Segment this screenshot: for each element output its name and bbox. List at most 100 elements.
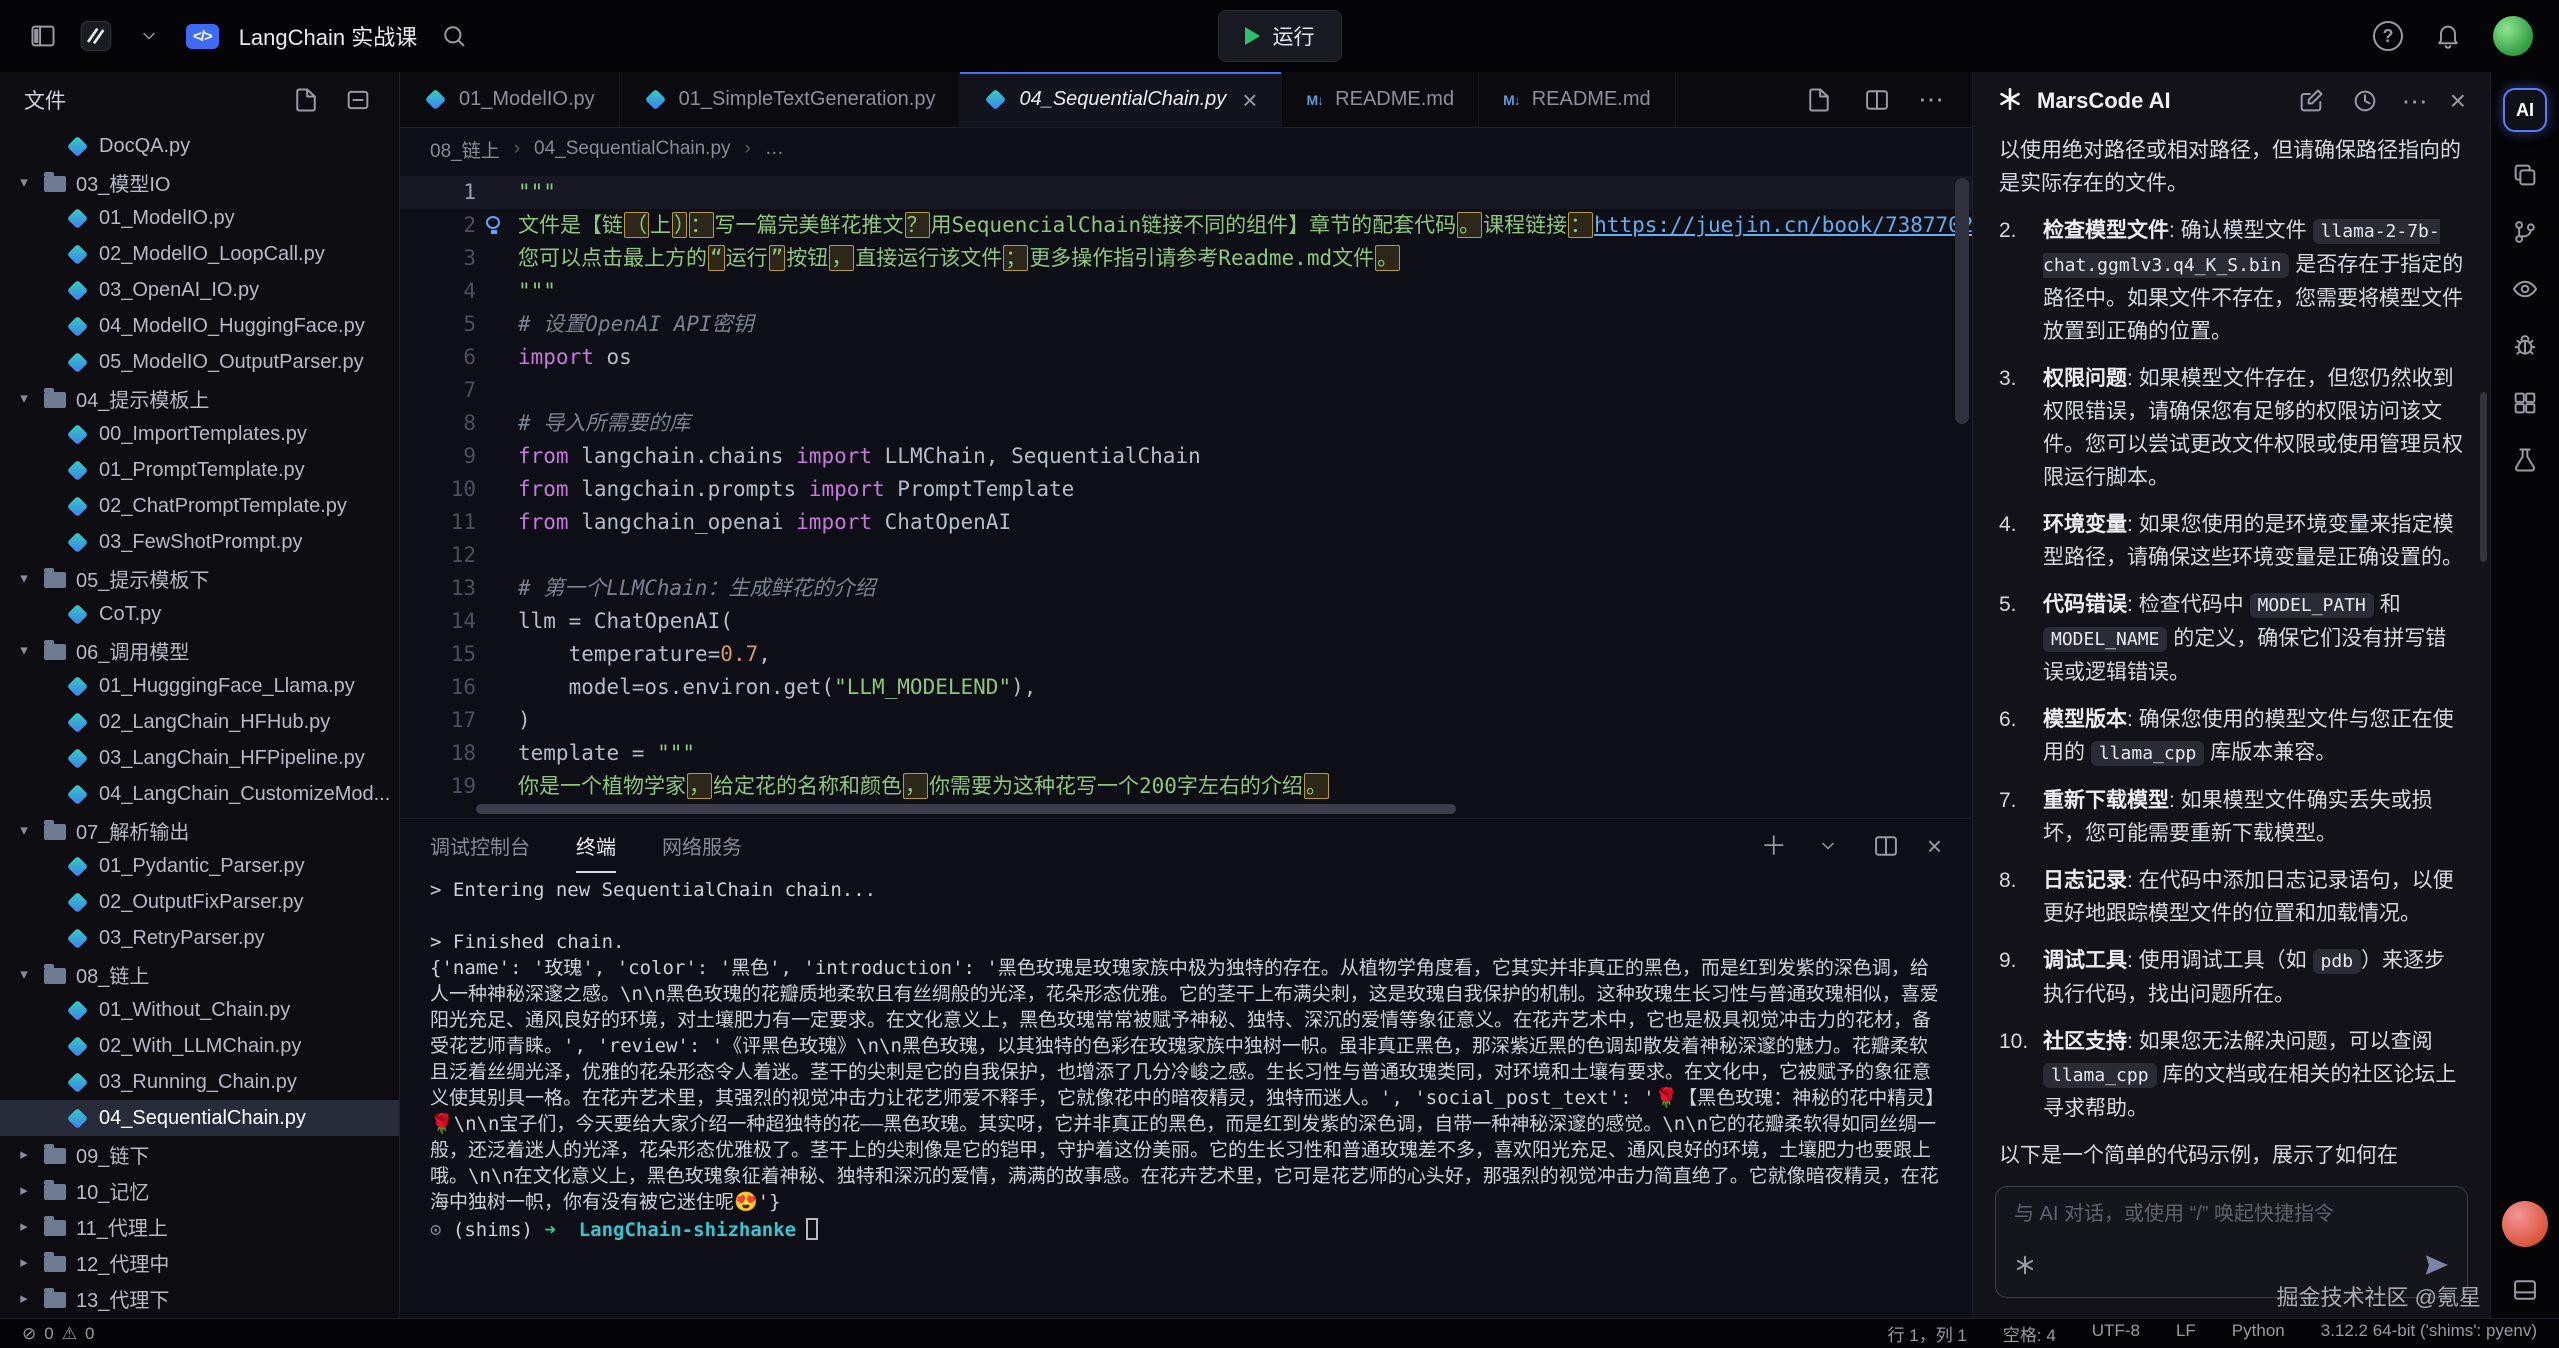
code-line[interactable]: 13# 第一个LLMChain：生成鲜花的介绍 bbox=[400, 572, 1972, 605]
ai-scrollbar[interactable] bbox=[2480, 392, 2487, 562]
code-line[interactable]: 3您可以点击最上方的“运行”按钮，直接运行该文件；更多操作指引请参考Readme… bbox=[400, 242, 1972, 275]
editor-tab[interactable]: 04_SequentialChain.py× bbox=[960, 72, 1282, 127]
testing-flask-icon[interactable] bbox=[2511, 446, 2539, 474]
tree-file-row[interactable]: 03_OpenAI_IO.py bbox=[0, 272, 399, 308]
tree-file-row[interactable]: CoT.py bbox=[0, 596, 399, 632]
code-line[interactable]: 4""" bbox=[400, 275, 1972, 308]
ai-chat-input[interactable] bbox=[2014, 1203, 2449, 1226]
tree-file-row[interactable]: DocQA.py bbox=[0, 128, 399, 164]
breadcrumb-item[interactable]: 04_SequentialChain.py bbox=[534, 138, 731, 160]
tree-folder-row[interactable]: ▾05_提示模板下 bbox=[0, 560, 399, 596]
assistant-avatar[interactable] bbox=[2502, 1201, 2548, 1247]
status-item[interactable]: LF bbox=[2176, 1321, 2196, 1346]
lightbulb-icon[interactable] bbox=[484, 216, 502, 234]
tree-file-row[interactable]: 03_LangChain_HFPipeline.py bbox=[0, 740, 399, 776]
code-line[interactable]: 14llm = ChatOpenAI( bbox=[400, 605, 1972, 638]
tree-folder-row[interactable]: ▸09_链下 bbox=[0, 1136, 399, 1172]
terminal-dropdown-icon[interactable] bbox=[1811, 829, 1845, 863]
breadcrumb-item[interactable]: 08_链上 bbox=[430, 136, 500, 163]
horizontal-scrollbar[interactable] bbox=[476, 802, 1732, 817]
tree-file-row[interactable]: 02_LangChain_HFHub.py bbox=[0, 704, 399, 740]
tree-folder-row[interactable]: ▸10_记忆 bbox=[0, 1172, 399, 1208]
notifications-bell-icon[interactable] bbox=[2431, 19, 2465, 53]
tree-file-row[interactable]: 04_SequentialChain.py bbox=[0, 1100, 399, 1136]
tree-folder-row[interactable]: ▾03_模型IO bbox=[0, 164, 399, 200]
terminal-output[interactable]: > Entering new SequentialChain chain...>… bbox=[400, 873, 1972, 1318]
tree-folder-row[interactable]: ▸13_代理下 bbox=[0, 1280, 399, 1316]
marscode-logo[interactable] bbox=[80, 20, 112, 52]
ai-more-icon[interactable]: ⋯ bbox=[2402, 86, 2430, 117]
tree-folder-row[interactable]: ▾07_解析输出 bbox=[0, 812, 399, 848]
tree-file-row[interactable]: 02_ModelIO_LoopCall.py bbox=[0, 236, 399, 272]
panel-tab[interactable]: 网络服务 bbox=[662, 819, 742, 873]
split-panel-icon[interactable] bbox=[1869, 829, 1903, 863]
code-line[interactable]: 16 model=os.environ.get("LLM_MODELEND"), bbox=[400, 671, 1972, 704]
tree-folder-row[interactable]: ▾04_提示模板上 bbox=[0, 380, 399, 416]
tree-folder-row[interactable]: ▸12_代理中 bbox=[0, 1244, 399, 1280]
layout-panel-icon[interactable] bbox=[2511, 1276, 2539, 1304]
close-panel-icon[interactable]: × bbox=[1927, 833, 1942, 859]
tree-file-row[interactable]: 03_Running_Chain.py bbox=[0, 1064, 399, 1100]
run-button[interactable]: 运行 bbox=[1218, 10, 1342, 62]
code-line[interactable]: 9from langchain.chains import LLMChain, … bbox=[400, 440, 1972, 473]
code-line[interactable]: 15 temperature=0.7, bbox=[400, 638, 1972, 671]
search-icon[interactable] bbox=[437, 19, 471, 53]
help-icon[interactable]: ? bbox=[2373, 21, 2403, 51]
sidebar-toggle-icon[interactable] bbox=[26, 19, 60, 53]
new-chat-icon[interactable] bbox=[2294, 84, 2328, 118]
problems-indicator[interactable]: ⊘ 0 ⚠ 0 bbox=[22, 1324, 94, 1344]
history-icon[interactable] bbox=[2348, 84, 2382, 118]
editor-tab[interactable]: M↓README.md bbox=[1282, 72, 1479, 127]
code-line[interactable]: 10from langchain.prompts import PromptTe… bbox=[400, 473, 1972, 506]
code-line[interactable]: 5# 设置OpenAI API密钥 bbox=[400, 308, 1972, 341]
code-line[interactable]: 17) bbox=[400, 704, 1972, 737]
status-item[interactable]: UTF-8 bbox=[2092, 1321, 2140, 1346]
code-line[interactable]: 18template = """ bbox=[400, 737, 1972, 770]
ai-close-icon[interactable]: × bbox=[2450, 87, 2466, 115]
debug-icon[interactable] bbox=[2511, 332, 2539, 360]
tree-file-row[interactable]: 00_ImportTemplates.py bbox=[0, 416, 399, 452]
workspace-chevron-down-icon[interactable] bbox=[132, 19, 166, 53]
code-line[interactable]: 2文件是【链（上）：写一篇完美鲜花推文？用SequencialChain链接不同… bbox=[400, 209, 1972, 242]
terminal-prompt[interactable]: ⊙ (shims) ➜ LangChain-shizhanke bbox=[430, 1217, 1942, 1243]
close-icon[interactable]: × bbox=[1242, 87, 1257, 113]
tree-file-row[interactable]: 01_Pydantic_Parser.py bbox=[0, 848, 399, 884]
status-item[interactable]: 3.12.2 64-bit ('shims': pyenv) bbox=[2321, 1321, 2537, 1346]
user-avatar[interactable] bbox=[2493, 16, 2533, 56]
collapse-folders-icon[interactable] bbox=[341, 83, 375, 117]
tree-folder-row[interactable]: ▾08_链上 bbox=[0, 956, 399, 992]
code-line[interactable]: 11from langchain_openai import ChatOpenA… bbox=[400, 506, 1972, 539]
source-control-icon[interactable] bbox=[2511, 218, 2539, 246]
more-actions-icon[interactable]: ⋯ bbox=[1918, 84, 1946, 115]
code-line[interactable]: 6import os bbox=[400, 341, 1972, 374]
vertical-scrollbar[interactable] bbox=[1955, 178, 1969, 794]
breadcrumb-item[interactable]: … bbox=[765, 138, 784, 160]
tree-file-row[interactable]: 05_ModelIO_OutputParser.py bbox=[0, 344, 399, 380]
split-editor-icon[interactable] bbox=[1860, 83, 1894, 117]
editor-tab[interactable]: M↓README.md bbox=[1479, 72, 1676, 127]
tree-file-row[interactable]: 01_HugggingFace_Llama.py bbox=[0, 668, 399, 704]
tree-folder-row[interactable]: ▸11_代理上 bbox=[0, 1208, 399, 1244]
tree-file-row[interactable]: 01_ModelIO.py bbox=[0, 200, 399, 236]
editor-tab[interactable]: 01_ModelIO.py bbox=[400, 72, 620, 127]
files-copy-icon[interactable] bbox=[2511, 161, 2539, 189]
panel-tab[interactable]: 终端 bbox=[576, 819, 616, 873]
code-line[interactable]: 19你是一个植物学家，给定花的名称和颜色，你需要为这种花写一个200字左右的介绍… bbox=[400, 770, 1972, 803]
code-line[interactable]: 8# 导入所需要的库 bbox=[400, 407, 1972, 440]
run-file-icon[interactable] bbox=[1802, 83, 1836, 117]
tree-file-row[interactable]: 03_FewShotPrompt.py bbox=[0, 524, 399, 560]
status-item[interactable]: 行 1，列 1 bbox=[1888, 1321, 1967, 1346]
extensions-icon[interactable] bbox=[2511, 389, 2539, 417]
tree-file-row[interactable]: 02_ChatPromptTemplate.py bbox=[0, 488, 399, 524]
code-editor[interactable]: 1"""2文件是【链（上）：写一篇完美鲜花推文？用SequencialChain… bbox=[400, 170, 1972, 818]
tree-file-row[interactable]: 03_RetryParser.py bbox=[0, 920, 399, 956]
status-item[interactable]: 空格: 4 bbox=[2003, 1321, 2056, 1346]
preview-eye-icon[interactable] bbox=[2511, 275, 2539, 303]
tree-folder-row[interactable]: ▾06_调用模型 bbox=[0, 632, 399, 668]
tree-file-row[interactable]: 02_OutputFixParser.py bbox=[0, 884, 399, 920]
code-line[interactable]: 12 bbox=[400, 539, 1972, 572]
tree-file-row[interactable]: 01_PromptTemplate.py bbox=[0, 452, 399, 488]
ai-activity-icon[interactable]: AI bbox=[2503, 88, 2547, 132]
tree-file-row[interactable]: 02_With_LLMChain.py bbox=[0, 1028, 399, 1064]
panel-tab[interactable]: 调试控制台 bbox=[430, 819, 530, 873]
